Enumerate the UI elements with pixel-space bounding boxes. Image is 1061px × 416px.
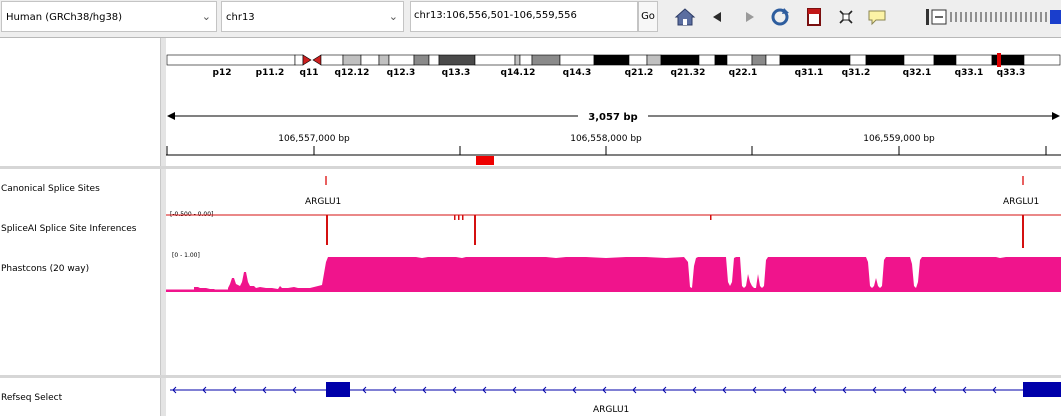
zoom-level-marker: [1050, 10, 1061, 24]
band-label: q21.2: [625, 68, 654, 78]
zoom-slider[interactable]: [926, 9, 1061, 25]
track-name-phastcons[interactable]: Phastcons (20 way): [1, 264, 89, 274]
spliceai-bar: [710, 215, 712, 220]
current-region-marker: [997, 53, 1001, 67]
ruler-span: 3,057 bp: [588, 112, 637, 123]
spliceai-bar: [462, 215, 464, 220]
home-icon[interactable]: [674, 6, 696, 28]
refseq-gene-label: ARGLU1: [593, 405, 630, 415]
canonical-splice-track[interactable]: [166, 170, 1061, 210]
band-label: q33.3: [997, 68, 1026, 78]
roi-icon[interactable]: [803, 6, 825, 28]
locus-box[interactable]: [410, 1, 638, 32]
spliceai-bar: [326, 215, 328, 245]
toolbar: Human (GRCh38/hg38) ⌄ chr13 ⌄ Go: [0, 0, 1061, 38]
band-label: q31.1: [795, 68, 824, 78]
band-label: q22.1: [729, 68, 758, 78]
genome-dropdown[interactable]: Human (GRCh38/hg38) ⌄: [1, 1, 217, 32]
refseq-exon: [326, 382, 350, 397]
go-button[interactable]: Go: [638, 1, 658, 32]
spliceai-bar: [458, 215, 460, 220]
ruler-tick-label: 106,557,000 bp: [278, 134, 350, 144]
spliceai-bar: [474, 215, 476, 245]
chromosome-dropdown[interactable]: chr13 ⌄: [221, 1, 404, 32]
popup-text-icon[interactable]: [866, 6, 888, 28]
band-label: q14.12: [501, 68, 536, 78]
ruler[interactable]: 3,057 bp 106,557,000 bp 106,558,000 bp 1…: [166, 105, 1061, 167]
back-icon[interactable]: [707, 6, 729, 28]
genome-value: Human (GRCh38/hg38): [6, 12, 123, 23]
band-label: q21.32: [671, 68, 706, 78]
band-label: p12: [213, 68, 232, 78]
refresh-icon[interactable]: [769, 6, 791, 28]
chromosome-ideogram[interactable]: p12 p11.2 q11 q12.12 q12.3 q13.3 q14.12 …: [166, 50, 1061, 80]
band-label: q14.3: [563, 68, 592, 78]
ruler-tick-label: 106,559,000 bp: [863, 134, 935, 144]
track-name-canonical[interactable]: Canonical Splice Sites: [1, 184, 100, 194]
canonical-gene-label-left: ARGLU1: [305, 197, 342, 207]
phastcons-track[interactable]: [166, 252, 1061, 292]
splice-site-mark: [1022, 176, 1024, 185]
band-label: q11: [300, 68, 319, 78]
band-label: q33.1: [955, 68, 984, 78]
chromosome-value: chr13: [226, 12, 255, 23]
forward-icon[interactable]: [738, 6, 760, 28]
locus-input[interactable]: [414, 10, 632, 21]
canonical-gene-label-right: ARGLU1: [1003, 197, 1040, 207]
band-label: q31.2: [842, 68, 871, 78]
splice-site-mark: [325, 176, 327, 185]
band-label: q13.3: [442, 68, 471, 78]
track-name-spliceai[interactable]: SpliceAI Splice Site Inferences: [1, 224, 136, 234]
zoom-control: [926, 9, 1061, 25]
resize-icon[interactable]: [835, 6, 857, 28]
region-of-interest-marker: [476, 156, 494, 165]
spliceai-bar: [454, 215, 456, 220]
spliceai-track[interactable]: [166, 212, 1061, 252]
band-label: p11.2: [256, 68, 285, 78]
chevron-down-icon: ⌄: [388, 10, 398, 23]
chevron-down-icon: ⌄: [201, 10, 211, 23]
band-label: q12.3: [387, 68, 416, 78]
band-label: q12.12: [335, 68, 370, 78]
track-name-refseq[interactable]: Refseq Select: [1, 393, 62, 403]
band-label: q32.1: [903, 68, 932, 78]
phastcons-area: [166, 257, 1061, 292]
ruler-tick-label: 106,558,000 bp: [570, 134, 642, 144]
refseq-exon: [1023, 382, 1061, 397]
spliceai-bar: [1022, 215, 1024, 248]
refseq-track[interactable]: [166, 378, 1061, 402]
